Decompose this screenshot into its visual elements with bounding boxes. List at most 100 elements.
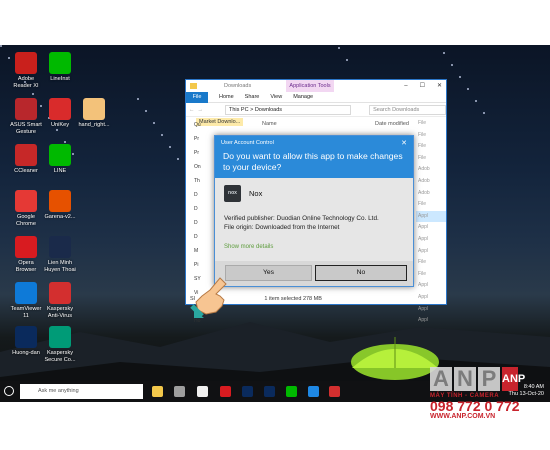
- file-type-cell[interactable]: Appl: [416, 304, 446, 316]
- nav-item[interactable]: D: [186, 188, 206, 202]
- photoshop-icon[interactable]: [264, 386, 275, 397]
- file-type-cell[interactable]: Adob: [416, 188, 446, 200]
- navigation-pane: QuPrPrOnThDDDDMPiSYViNeHo: [186, 118, 206, 324]
- star-decoration: [475, 100, 477, 102]
- file-type-cell[interactable]: File: [416, 118, 446, 130]
- close-icon[interactable]: ✕: [401, 139, 407, 147]
- file-type-cell[interactable]: File: [416, 257, 446, 269]
- desktop-icon[interactable]: hand_right...: [74, 98, 114, 129]
- edge-icon[interactable]: [308, 386, 319, 397]
- star-decoration: [161, 134, 163, 136]
- nav-item[interactable]: Pr: [186, 146, 206, 160]
- nav-item[interactable]: Pr: [186, 132, 206, 146]
- close-icon[interactable]: ✕: [437, 80, 442, 92]
- star-decoration: [346, 59, 348, 61]
- uac-info: Verified publisher: Duodian Online Techn…: [224, 214, 379, 232]
- tab-file[interactable]: File: [186, 91, 208, 103]
- file-type-cell[interactable]: Appl: [416, 234, 446, 246]
- address-bar[interactable]: This PC > Downloads: [225, 104, 352, 115]
- tab-home[interactable]: Home: [219, 94, 234, 100]
- file-type-cell[interactable]: Adob: [416, 176, 446, 188]
- nav-item[interactable]: D: [186, 216, 206, 230]
- uac-origin: File origin: Downloaded from the Interne…: [224, 224, 340, 231]
- star-decoration: [153, 122, 155, 124]
- tab-share[interactable]: Share: [245, 94, 260, 100]
- taskbar-search-input[interactable]: Ask me anything: [20, 384, 143, 399]
- file-type-cell[interactable]: Appl: [416, 280, 446, 292]
- desktop-icon-label: hand_right...: [78, 122, 110, 128]
- nav-item[interactable]: Pi: [186, 258, 206, 272]
- desktop-icon[interactable]: Garena-v2...: [40, 190, 80, 221]
- desktop-icon-label: Garena-v2...: [44, 214, 76, 220]
- star-decoration: [64, 141, 66, 143]
- opera-icon[interactable]: [220, 386, 231, 397]
- star-decoration: [451, 64, 453, 66]
- nav-item[interactable]: Qu: [186, 118, 206, 132]
- anp-website: WWW.ANP.COM.VN: [430, 413, 496, 420]
- hand-right-icon: [83, 98, 105, 120]
- star-decoration: [137, 98, 139, 100]
- file-type-cell[interactable]: File: [416, 141, 446, 153]
- nav-item[interactable]: Th: [186, 174, 206, 188]
- star-decoration: [467, 88, 469, 90]
- column-header-date[interactable]: Date modified: [375, 121, 409, 127]
- uac-header: User Account Control ✕ Do you want to al…: [215, 136, 413, 178]
- nav-item[interactable]: D: [186, 202, 206, 216]
- desktop-icon[interactable]: Kaspersky Secure Co...: [40, 326, 80, 364]
- browser-icon[interactable]: [174, 386, 185, 397]
- unikey-icon: [49, 98, 71, 120]
- forward-arrow-icon[interactable]: →: [198, 107, 204, 113]
- status-selected: 1 item selected 278 MB: [264, 296, 322, 302]
- file-type-cell[interactable]: Appl: [416, 246, 446, 258]
- line-icon: [49, 144, 71, 166]
- nav-item[interactable]: M: [186, 244, 206, 258]
- column-header-name[interactable]: Name: [262, 121, 277, 127]
- file-type-cell[interactable]: File: [416, 130, 446, 142]
- file-explorer-icon[interactable]: [152, 386, 163, 397]
- nox-icon: nox: [224, 185, 241, 202]
- file-type-cell[interactable]: File: [416, 269, 446, 281]
- search-input[interactable]: Search Downloads: [369, 104, 446, 115]
- uac-publisher: Verified publisher: Duodian Online Techn…: [224, 215, 379, 222]
- file-type-cell[interactable]: Adob: [416, 164, 446, 176]
- desktop-icon[interactable]: LineInst: [40, 52, 80, 83]
- uac-dialog[interactable]: User Account Control ✕ Do you want to al…: [214, 135, 414, 287]
- minimize-icon[interactable]: –: [404, 80, 407, 92]
- desktop-icon[interactable]: Kaspersky Anti-Virus: [40, 282, 80, 320]
- star-decoration: [32, 93, 34, 95]
- file-type-cell[interactable]: Appl: [416, 210, 446, 223]
- anp-logo-badge: ANP: [502, 367, 525, 391]
- star-decoration: [56, 129, 58, 131]
- nav-item[interactable]: D: [186, 230, 206, 244]
- nav-item[interactable]: On: [186, 160, 206, 174]
- show-more-details-link[interactable]: Show more details: [224, 244, 273, 250]
- file-type-cell[interactable]: File: [416, 199, 446, 211]
- line-icon: [49, 52, 71, 74]
- maximize-icon[interactable]: ☐: [420, 80, 425, 92]
- folder-icon[interactable]: [197, 386, 208, 397]
- tab-application-tools[interactable]: Application Tools: [286, 80, 334, 92]
- file-type-cell[interactable]: Appl: [416, 315, 446, 327]
- star-decoration: [145, 110, 147, 112]
- photoshop-icon[interactable]: [242, 386, 253, 397]
- asus-gesture-icon: [15, 98, 37, 120]
- start-icon[interactable]: [4, 386, 14, 396]
- file-type-cell[interactable]: File: [416, 153, 446, 165]
- line-icon[interactable]: [286, 386, 297, 397]
- back-arrow-icon[interactable]: ←: [189, 107, 195, 113]
- tab-view[interactable]: View: [270, 94, 282, 100]
- uac-app-row: nox Nox: [224, 185, 262, 202]
- kaspersky-icon[interactable]: [329, 386, 340, 397]
- star-decoration: [0, 45, 2, 47]
- desktop-icon[interactable]: Lien Minh Huyen Thoai: [40, 236, 80, 274]
- desktop-icon[interactable]: LINE: [40, 144, 80, 175]
- star-decoration: [177, 158, 179, 160]
- no-button[interactable]: No: [315, 265, 407, 281]
- uac-caption: User Account Control: [221, 140, 274, 146]
- tab-manage[interactable]: Manage: [293, 94, 313, 100]
- file-type-cell[interactable]: Appl: [416, 222, 446, 234]
- explorer-title-bar: Downloads Application Tools – ☐ ✕: [186, 80, 446, 92]
- uac-app-name: Nox: [249, 189, 263, 198]
- yes-button[interactable]: Yes: [225, 265, 312, 281]
- anp-watermark: A N P ANP MÁY TÍNH - CAMERA 098 772 0 772 W…: [430, 367, 548, 420]
